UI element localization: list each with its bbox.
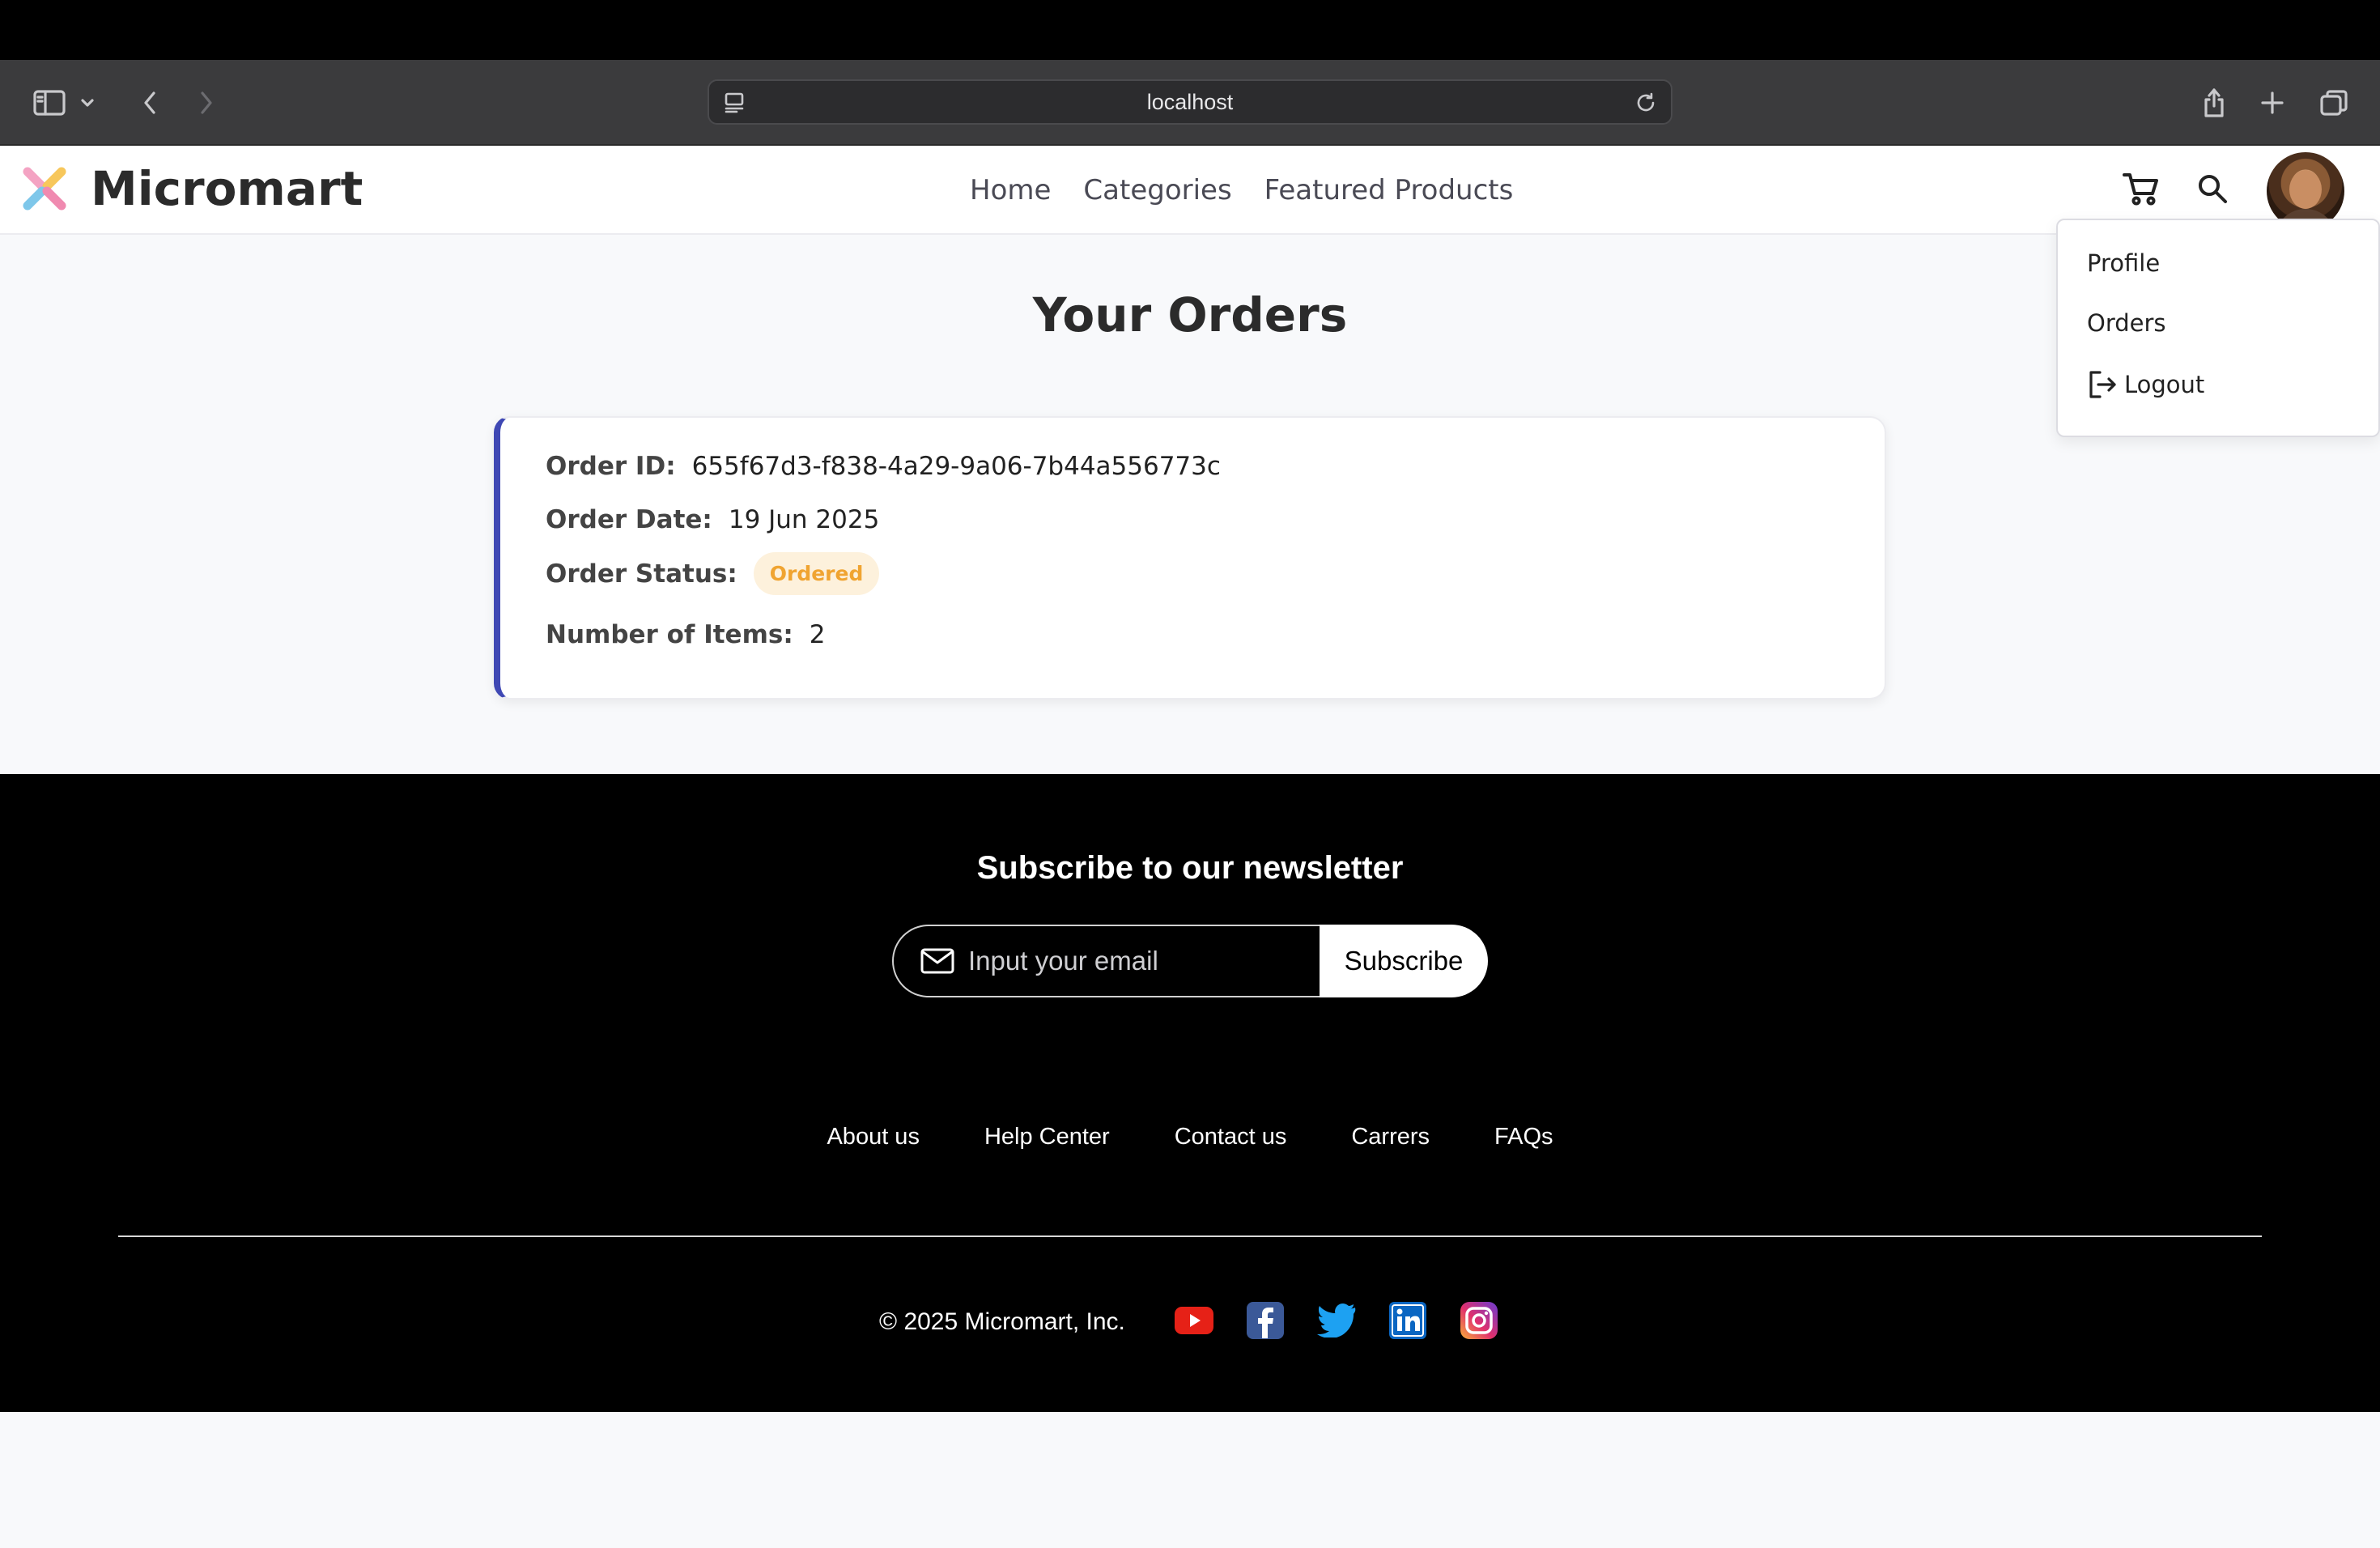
order-items-row: Number of Items: 2 xyxy=(546,620,825,649)
menu-item-logout[interactable]: Logout xyxy=(2087,369,2204,400)
sidebar-icon[interactable] xyxy=(28,81,71,125)
micromart-logo-icon xyxy=(23,167,66,211)
status-badge: Ordered xyxy=(753,552,880,595)
mail-icon xyxy=(920,948,954,974)
avatar-face xyxy=(2289,170,2322,209)
browser-toolbar: localhost xyxy=(0,60,2380,146)
nav-featured-products[interactable]: Featured Products xyxy=(1264,174,1514,206)
footer-divider xyxy=(118,1235,2262,1237)
forward-arrow-icon[interactable] xyxy=(185,81,228,125)
share-icon[interactable] xyxy=(2192,81,2236,125)
email-placeholder: Input your email xyxy=(968,946,1158,976)
menu-item-profile[interactable]: Profile xyxy=(2087,249,2160,277)
logout-icon xyxy=(2089,371,2116,398)
order-status-row: Order Status: Ordered xyxy=(546,552,880,595)
new-tab-icon[interactable] xyxy=(2250,81,2294,125)
order-status-label: Order Status: xyxy=(546,559,737,589)
footer-link-faqs[interactable]: FAQs xyxy=(1494,1124,1553,1150)
copyright: © 2025 Micromart, Inc. xyxy=(879,1308,1125,1335)
instagram-icon[interactable] xyxy=(1459,1300,1499,1341)
tabs-overview-icon[interactable] xyxy=(2312,81,2356,125)
order-date-value: 19 Jun 2025 xyxy=(728,505,880,534)
order-id-label: Order ID: xyxy=(546,452,676,481)
brand-name: Micromart xyxy=(91,161,363,216)
footer-link-contact-us[interactable]: Contact us xyxy=(1175,1124,1287,1150)
linkedin-icon[interactable] xyxy=(1388,1300,1428,1341)
system-top-bar xyxy=(0,0,2380,60)
twitter-icon[interactable] xyxy=(1316,1300,1357,1341)
order-date-row: Order Date: 19 Jun 2025 xyxy=(546,505,879,534)
order-items-value: 2 xyxy=(809,620,826,649)
footer-links: About us Help Center Contact us Carrers … xyxy=(0,1124,2380,1150)
cart-icon[interactable] xyxy=(2118,165,2165,212)
app-header: Micromart Home Categories Featured Produ… xyxy=(0,146,2380,235)
order-id-value: 655f67d3-f838-4a29-9a06-7b44a556773c xyxy=(691,452,1221,481)
page-title: Your Orders xyxy=(1032,287,1348,342)
footer-link-help-center[interactable]: Help Center xyxy=(984,1124,1110,1150)
address-bar[interactable]: localhost xyxy=(708,79,1672,125)
order-card[interactable]: Order ID: 655f67d3-f838-4a29-9a06-7b44a5… xyxy=(494,416,1886,700)
url-text: localhost xyxy=(1146,89,1234,114)
facebook-icon[interactable] xyxy=(1245,1300,1286,1341)
reload-icon[interactable] xyxy=(1632,89,1660,117)
order-items-label: Number of Items: xyxy=(546,620,793,649)
youtube-icon[interactable] xyxy=(1174,1300,1214,1341)
search-icon[interactable] xyxy=(2189,165,2236,212)
newsletter-title: Subscribe to our newsletter xyxy=(976,850,1404,886)
back-arrow-icon[interactable] xyxy=(128,81,172,125)
order-id-row: Order ID: 655f67d3-f838-4a29-9a06-7b44a5… xyxy=(546,452,1221,481)
logout-label: Logout xyxy=(2124,371,2205,398)
brand[interactable]: Micromart xyxy=(18,160,363,217)
email-input[interactable]: Input your email xyxy=(892,925,1320,997)
footer-link-about-us[interactable]: About us xyxy=(827,1124,919,1150)
subscribe-button[interactable]: Subscribe xyxy=(1320,925,1488,997)
chevron-down-icon[interactable] xyxy=(71,81,104,125)
nav-home[interactable]: Home xyxy=(970,174,1051,206)
order-date-label: Order Date: xyxy=(546,505,712,534)
nav-categories[interactable]: Categories xyxy=(1083,174,1231,206)
footer-link-carrers[interactable]: Carrers xyxy=(1351,1124,1430,1150)
main-nav: Home Categories Featured Products xyxy=(970,170,1545,211)
page-menu-icon[interactable] xyxy=(720,89,748,117)
footer: Subscribe to our newsletter Input your e… xyxy=(0,774,2380,1412)
newsletter-form: Input your email Subscribe xyxy=(892,925,1488,997)
